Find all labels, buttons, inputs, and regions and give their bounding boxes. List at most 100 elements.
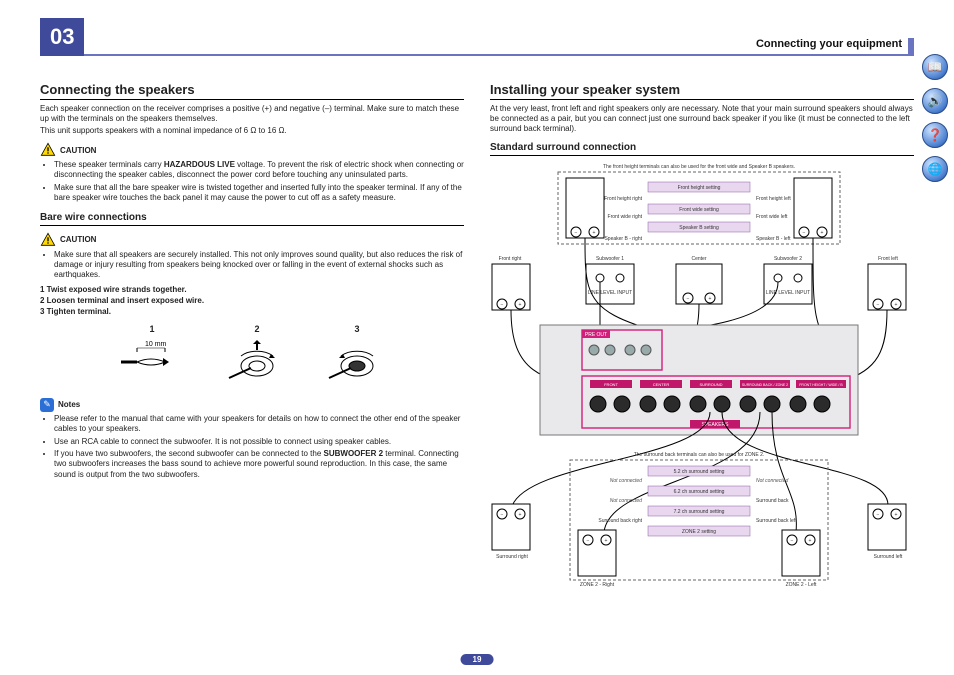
svg-text:+: + [821, 230, 824, 236]
svg-text:LINE LEVEL INPUT: LINE LEVEL INPUT [766, 290, 810, 296]
left-column: Connecting the speakers Each speaker con… [40, 82, 464, 602]
svg-text:Speaker B - left: Speaker B - left [756, 236, 791, 242]
caution-2-list: Make sure that all speakers are securely… [40, 250, 464, 281]
svg-text:Subwoofer 2: Subwoofer 2 [774, 256, 802, 262]
svg-text:7.2 ch surround setting: 7.2 ch surround setting [674, 509, 725, 515]
svg-text:Front wide right: Front wide right [608, 214, 643, 220]
svg-text:+: + [895, 302, 898, 308]
svg-text:+: + [519, 302, 522, 308]
speaker-box: −+ [566, 178, 604, 238]
svg-text:−: − [501, 302, 504, 308]
svg-text:6.2 ch surround setting: 6.2 ch surround setting [674, 489, 725, 495]
svg-text:ZONE 2 setting: ZONE 2 setting [682, 529, 716, 535]
svg-text:Front height setting: Front height setting [678, 185, 721, 191]
svg-text:SURROUND: SURROUND [699, 382, 722, 387]
svg-text:Surround right: Surround right [496, 554, 528, 560]
heading-bare-wire: Bare wire connections [40, 212, 464, 226]
svg-text:Not connected: Not connected [610, 498, 642, 504]
svg-text:−: − [587, 538, 590, 544]
svg-text:Surround back right: Surround back right [598, 518, 642, 524]
speaker-box: −+ [868, 504, 906, 550]
warning-icon [40, 142, 56, 158]
caution-1-list: These speaker terminals carry HAZARDOUS … [40, 160, 464, 204]
svg-text:−: − [501, 512, 504, 518]
speaker-box: −+ [492, 504, 530, 550]
loosen-terminal-illustration [227, 338, 287, 386]
subwoofer-box: LINE LEVEL INPUT [586, 264, 634, 304]
intro-para-2: This unit supports speakers with a nomin… [40, 126, 464, 136]
help-icon[interactable]: ❓ [922, 122, 948, 148]
svg-text:+: + [809, 538, 812, 544]
caution-2: CAUTION [40, 232, 464, 248]
book-icon[interactable]: 📖 [922, 54, 948, 80]
twist-wire-illustration: 10 mm [117, 338, 187, 386]
notes-label: Notes [58, 400, 80, 409]
svg-text:SURROUND BACK / ZONE 2: SURROUND BACK / ZONE 2 [742, 383, 788, 387]
svg-text:ZONE 2 - Right: ZONE 2 - Right [580, 582, 615, 588]
note-item-3: If you have two subwoofers, the second s… [54, 449, 464, 480]
note-icon: ✎ [40, 398, 54, 412]
caution-1-item-1: These speaker terminals carry HAZARDOUS … [54, 160, 464, 181]
bottom-caption: The surround back terminals can also be … [634, 452, 765, 458]
svg-text:FRONT: FRONT [604, 382, 618, 387]
svg-text:LINE LEVEL INPUT: LINE LEVEL INPUT [588, 290, 632, 296]
svg-text:5.2 ch surround setting: 5.2 ch surround setting [674, 469, 725, 475]
figure-3-number: 3 [327, 324, 387, 334]
speaker-box: −+ [676, 264, 722, 304]
note-item-1: Please refer to the manual that came wit… [54, 414, 464, 435]
caution-label: CAUTION [60, 235, 96, 244]
figure-1: 1 10 mm [117, 324, 187, 386]
speaker-icon[interactable]: 🔊 [922, 88, 948, 114]
sidebar-nav-icons: 📖 🔊 ❓ 🌐 [922, 54, 948, 182]
step-3: 3 Tighten terminal. [40, 307, 464, 316]
warning-icon [40, 232, 56, 248]
notes-list: Please refer to the manual that came wit… [40, 414, 464, 480]
subwoofer-box: LINE LEVEL INPUT [764, 264, 812, 304]
page-number: 19 [461, 654, 494, 665]
speaker-box: −+ [782, 530, 820, 576]
svg-text:Surround back: Surround back [756, 498, 789, 504]
svg-text:−: − [877, 302, 880, 308]
svg-text:Surround left: Surround left [874, 554, 903, 560]
caution-2-item-1: Make sure that all speakers are securely… [54, 250, 464, 281]
caution-label: CAUTION [60, 146, 96, 155]
header-bar: 03 Connecting your equipment [40, 18, 914, 56]
heading-connecting-speakers: Connecting the speakers [40, 82, 464, 100]
wiring-diagram: The front height terminals can also be u… [490, 160, 914, 602]
figure-2-number: 2 [227, 324, 287, 334]
globe-icon[interactable]: 🌐 [922, 156, 948, 182]
svg-text:CENTER: CENTER [653, 382, 670, 387]
svg-text:+: + [593, 230, 596, 236]
step-figures: 1 10 mm 2 [40, 324, 464, 386]
svg-text:−: − [877, 512, 880, 518]
svg-text:Front wide left: Front wide left [756, 214, 788, 220]
speaker-box: −+ [578, 530, 616, 576]
svg-text:FRONT HEIGHT / WIDE / B: FRONT HEIGHT / WIDE / B [799, 383, 843, 387]
installing-intro: At the very least, front left and right … [490, 104, 914, 134]
caution-1-item-2: Make sure that all the bare speaker wire… [54, 183, 464, 204]
svg-text:PRE OUT: PRE OUT [585, 332, 607, 338]
svg-text:+: + [519, 512, 522, 518]
figure-1-label: 10 mm [145, 341, 167, 348]
svg-text:Not connected: Not connected [610, 478, 642, 484]
chapter-number: 03 [40, 18, 84, 56]
tighten-terminal-illustration [327, 338, 387, 386]
svg-text:+: + [895, 512, 898, 518]
svg-text:Speaker B setting: Speaker B setting [679, 225, 719, 231]
running-title: Connecting your equipment [756, 38, 914, 54]
step-1: 1 Twist exposed wire strands together. [40, 285, 464, 294]
svg-text:Speaker B - right: Speaker B - right [604, 236, 642, 242]
svg-text:−: − [803, 230, 806, 236]
speaker-box: −+ [492, 264, 530, 310]
svg-text:−: − [687, 296, 690, 302]
caution-1: CAUTION [40, 142, 464, 158]
svg-text:Front left: Front left [878, 256, 898, 262]
top-caption: The front height terminals can also be u… [603, 164, 795, 170]
svg-text:ZONE 2 - Left: ZONE 2 - Left [786, 582, 817, 588]
svg-text:Front height right: Front height right [604, 196, 642, 202]
heading-installing: Installing your speaker system [490, 82, 914, 100]
figure-1-number: 1 [117, 324, 187, 334]
svg-text:Not connected: Not connected [756, 478, 788, 484]
speaker-box: −+ [794, 178, 832, 238]
svg-text:Surround back left: Surround back left [756, 518, 797, 524]
